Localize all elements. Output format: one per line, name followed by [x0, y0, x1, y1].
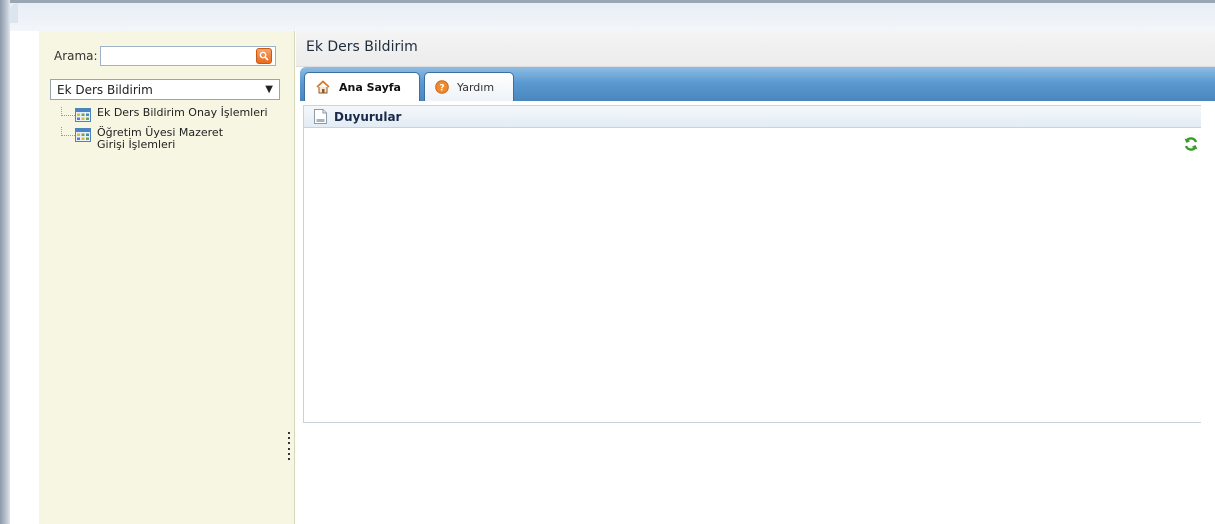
page-title: Ek Ders Bildirim	[296, 31, 1215, 67]
splitter-dot	[288, 442, 290, 445]
splitter-dot	[288, 457, 290, 460]
window-left-border	[0, 0, 10, 524]
panel-title: Duyurular	[334, 109, 402, 124]
module-select[interactable]: Ek Ders Bildirim ▼	[50, 79, 280, 100]
app-window: Arama: Ek Ders Bildirim ▼ Ek Ders Bildir…	[0, 0, 1215, 524]
tab-label: Ana Sayfa	[339, 80, 401, 94]
search-box	[100, 46, 276, 66]
help-icon: ?	[435, 80, 449, 94]
search-button[interactable]	[256, 48, 272, 64]
tree-item-label: Ek Ders Bildirim Onay İşlemleri	[97, 106, 268, 119]
splitter-dot	[288, 437, 290, 440]
search-input[interactable]	[101, 47, 249, 65]
splitter-dot	[288, 432, 290, 434]
tree-item-label: Öğretim Üyesi Mazeret Girişi İşlemleri	[97, 126, 224, 151]
splitter-dot	[288, 452, 290, 455]
module-select-value: Ek Ders Bildirim	[57, 82, 153, 97]
tree-item-mazeret-girisi[interactable]: Öğretim Üyesi Mazeret Girişi İşlemleri	[59, 127, 289, 151]
menu-tree: Ek Ders Bildirim Onay İşlemleri Öğretim …	[59, 107, 289, 153]
header-strip	[10, 3, 1215, 31]
tab-ana-sayfa[interactable]: Ana Sayfa	[304, 72, 420, 101]
panel-header: Duyurular	[304, 106, 1201, 128]
dropdown-caret-icon: ▼	[265, 84, 273, 95]
sidebar: Arama: Ek Ders Bildirim ▼ Ek Ders Bildir…	[39, 31, 295, 524]
splitter-dot	[288, 447, 290, 450]
tab-label: Yardım	[457, 80, 495, 94]
sidebar-splitter-handle[interactable]	[287, 432, 291, 460]
tab-bar: Ana Sayfa ? Yardım	[300, 67, 1215, 101]
home-icon	[315, 79, 331, 95]
tab-yardim[interactable]: ? Yardım	[424, 72, 514, 101]
search-row: Arama:	[54, 45, 276, 67]
svg-text:?: ?	[439, 84, 444, 94]
main-content: Ek Ders Bildirim Ana Sayfa ? Yardım Duyu…	[296, 31, 1215, 524]
search-label: Arama:	[54, 49, 98, 63]
table-icon	[75, 128, 91, 142]
table-icon	[75, 108, 91, 122]
announcements-panel: Duyurular	[303, 105, 1201, 423]
tree-connector	[61, 107, 75, 116]
search-icon	[259, 51, 269, 61]
tree-item-onay-islemleri[interactable]: Ek Ders Bildirim Onay İşlemleri	[59, 107, 289, 125]
refresh-icon[interactable]	[1183, 136, 1199, 152]
document-icon	[314, 109, 327, 124]
tree-connector	[61, 127, 75, 136]
